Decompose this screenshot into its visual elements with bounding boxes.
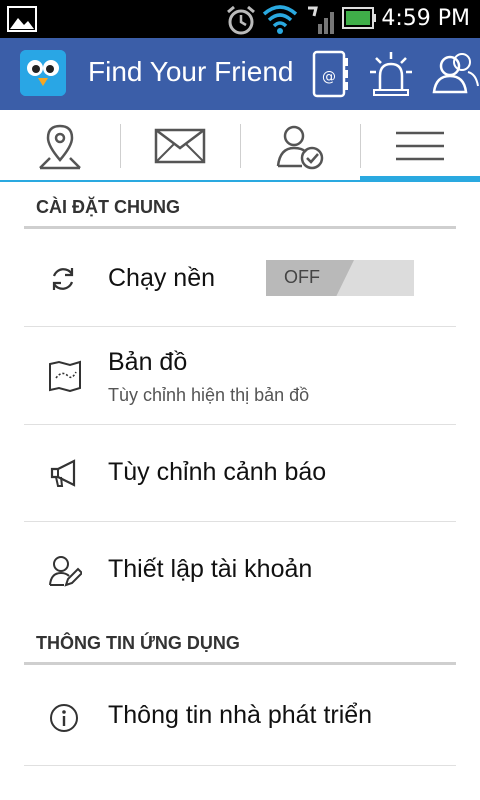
tab-bar (0, 110, 480, 182)
setting-subtitle: Tùy chỉnh hiện thị bản đồ (108, 385, 310, 405)
signal-icon (302, 4, 334, 40)
gallery-icon (6, 4, 38, 38)
user-check-icon (274, 122, 326, 176)
megaphone-icon (48, 458, 82, 492)
setting-label: Bản đồ (108, 348, 188, 376)
battery-icon (342, 6, 376, 34)
tab-map-location[interactable] (0, 110, 120, 182)
info-icon (48, 702, 80, 738)
user-edit-icon (48, 555, 84, 591)
app-bar: Find Your Friend @ (0, 38, 480, 110)
alarm-siren-icon[interactable] (368, 50, 414, 102)
menu-icon (394, 130, 446, 166)
contact-book-icon[interactable]: @ (310, 50, 350, 102)
friends-icon[interactable] (430, 50, 480, 102)
section-title-app-info: THÔNG TIN ỨNG DỤNG (36, 633, 240, 653)
section-divider (24, 662, 456, 665)
section-divider (24, 226, 456, 229)
setting-label: Tùy chỉnh cảnh báo (108, 458, 327, 486)
status-bar: 4:59 PM (0, 0, 480, 38)
svg-text:@: @ (322, 69, 336, 85)
location-pin-icon (36, 122, 84, 176)
row-divider (24, 765, 456, 766)
envelope-icon (154, 128, 206, 170)
setting-label: Thiết lập tài khoản (108, 555, 313, 583)
toggle-state-label: OFF (284, 267, 320, 287)
tab-menu[interactable] (360, 110, 480, 182)
wifi-icon (262, 4, 298, 38)
section-title-general: CÀI ĐẶT CHUNG (36, 197, 180, 217)
run-background-toggle[interactable]: OFF (266, 260, 414, 296)
tab-messages[interactable] (120, 110, 240, 182)
map-icon (48, 360, 82, 396)
tab-active-indicator (360, 176, 480, 182)
setting-map[interactable] (24, 327, 456, 423)
tab-friends-verified[interactable] (240, 110, 360, 182)
setting-label: Thông tin nhà phát triển (108, 701, 373, 729)
bird-logo (20, 50, 66, 96)
tab-underline (0, 180, 360, 182)
app-title: Find Your Friend (88, 56, 294, 87)
alarm-icon (224, 4, 258, 40)
sync-icon (48, 264, 78, 298)
clock: 4:59 PM (381, 6, 470, 31)
setting-label: Chạy nền (108, 264, 216, 292)
